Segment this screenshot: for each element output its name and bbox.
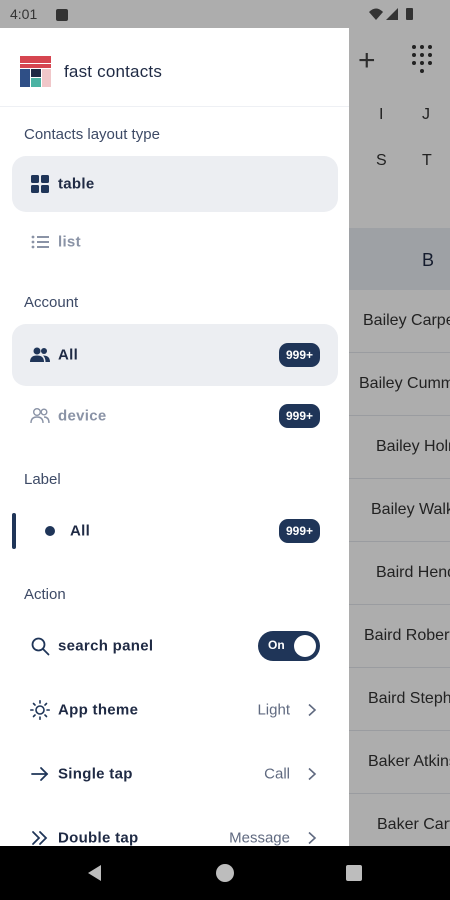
- account-item-device[interactable]: device 999+: [12, 388, 338, 444]
- back-icon[interactable]: [86, 864, 104, 882]
- label-item-label: All: [70, 522, 91, 540]
- drawer-header: fast contacts: [0, 28, 349, 107]
- dot-icon: [45, 526, 55, 536]
- action-double-tap[interactable]: Double tap Message: [12, 810, 338, 846]
- app-title: fast contacts: [64, 62, 163, 81]
- double-chevron-icon: [32, 831, 48, 845]
- action-label: search panel: [58, 637, 154, 655]
- action-single-tap[interactable]: Single tap Call: [12, 746, 338, 802]
- layout-item-label: table: [58, 175, 95, 193]
- sun-icon: [30, 700, 50, 720]
- toggle-knob: [294, 635, 316, 657]
- action-app-theme[interactable]: App theme Light: [12, 682, 338, 738]
- count-badge: 999+: [278, 404, 320, 428]
- wifi-icon: [369, 8, 383, 20]
- app-logo-icon: [20, 56, 51, 87]
- status-bar: 4:01: [0, 0, 450, 28]
- layout-item-list[interactable]: list: [12, 214, 338, 270]
- signal-icon: [386, 8, 398, 20]
- action-value: Message: [229, 829, 290, 847]
- label-item-all[interactable]: All 999+: [12, 503, 338, 559]
- count-badge: 999+: [278, 343, 320, 367]
- account-item-all[interactable]: All 999+: [12, 324, 338, 386]
- people-icon: [30, 347, 50, 362]
- action-label: Double tap: [58, 829, 139, 847]
- arrow-right-icon: [31, 767, 49, 781]
- section-label-action: Action: [24, 586, 66, 603]
- count-badge: 999+: [278, 519, 320, 543]
- account-item-label: All: [58, 346, 79, 364]
- section-label-account: Account: [24, 294, 79, 311]
- battery-icon: [406, 8, 413, 20]
- action-label: Single tap: [58, 765, 133, 783]
- list-icon: [31, 235, 49, 249]
- status-icons: [369, 8, 413, 20]
- action-search-panel[interactable]: search panel On: [12, 618, 338, 674]
- grid-icon: [31, 175, 49, 193]
- account-item-label: device: [58, 407, 107, 425]
- chevron-right-icon: [308, 703, 317, 717]
- search-icon: [31, 637, 50, 656]
- search-panel-toggle[interactable]: On: [258, 631, 320, 661]
- action-value: Call: [264, 765, 290, 783]
- chevron-right-icon: [308, 767, 317, 781]
- layout-item-table[interactable]: table: [12, 156, 338, 212]
- notification-icon: [56, 9, 68, 21]
- section-label-layout: Contacts layout type: [24, 126, 160, 143]
- section-label-label: Label: [24, 471, 61, 488]
- home-icon[interactable]: [216, 864, 234, 882]
- recents-icon[interactable]: [346, 865, 362, 881]
- action-value: Light: [257, 701, 290, 719]
- navigation-drawer: fast contacts Contacts layout type table…: [0, 28, 349, 846]
- action-label: App theme: [58, 701, 139, 719]
- status-time: 4:01: [10, 6, 38, 22]
- people-outline-icon: [30, 408, 50, 424]
- chevron-right-icon: [308, 831, 317, 845]
- system-nav-bar: [0, 846, 450, 900]
- toggle-state-label: On: [268, 638, 285, 652]
- layout-item-label: list: [58, 233, 81, 251]
